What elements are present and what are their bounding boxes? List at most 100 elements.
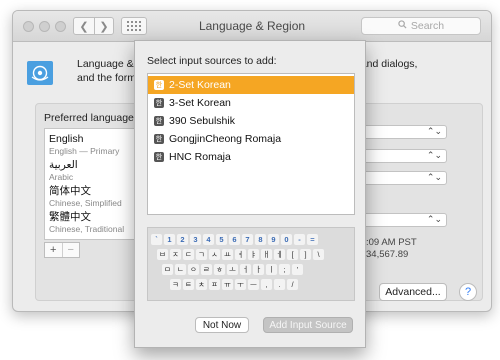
keyboard-key: ㅡ (248, 279, 259, 290)
calendar-popup[interactable]: ⌃⌄ (363, 171, 447, 185)
keyboard-key: ㄹ (201, 264, 212, 275)
search-placeholder: Search (410, 20, 445, 32)
keyboard-key: ㅈ (170, 249, 181, 260)
input-source-item[interactable]: 한 3-Set Korean (148, 94, 354, 112)
chevron-updown-icon: ⌃⌄ (426, 150, 442, 160)
keyboard-key: . (274, 279, 285, 290)
keyboard-key: ㅌ (183, 279, 194, 290)
keyboard-row-2: ㅂㅈㄷㄱㅅㅛㅕㅑㅐㅔ[] \ (157, 249, 324, 260)
keyboard-key: ㅗ (227, 264, 238, 275)
keyboard-key: ㅓ (240, 264, 251, 275)
title-bar: ❮ ❯ Language & Region Search (13, 11, 491, 42)
not-now-button[interactable]: Not Now (195, 317, 249, 333)
add-language-button[interactable]: + (45, 243, 62, 257)
language-item[interactable]: العربية Arabic (49, 159, 78, 183)
first-day-popup[interactable]: ⌃⌄ (363, 149, 447, 163)
language-sub: Arabic (49, 172, 74, 182)
keyboard-key: \ (313, 249, 324, 260)
sheet-title: Select input sources to add: (147, 55, 277, 67)
keyboard-key: ㅊ (196, 279, 207, 290)
korean-input-icon: 한 (154, 80, 164, 90)
keyboard-key: , (261, 279, 272, 290)
un-flag-icon (27, 61, 53, 85)
keyboard-key: 5 (216, 234, 227, 245)
keyboard-key: / (287, 279, 298, 290)
keyboard-key: [ (287, 249, 298, 260)
language-sub: Chinese, Simplified (49, 198, 122, 208)
keyboard-key: ㅛ (222, 249, 233, 260)
keyboard-key: 7 (242, 234, 253, 245)
language-item[interactable]: 繁體中文 Chinese, Traditional (49, 211, 124, 235)
keyboard-key: ㅇ (188, 264, 199, 275)
keyboard-key: ; (279, 264, 290, 275)
keyboard-key: 0 (281, 234, 292, 245)
keyboard-key: 1 (164, 234, 175, 245)
chevron-updown-icon: ⌃⌄ (426, 126, 442, 136)
chevron-updown-icon: ⌃⌄ (426, 172, 442, 182)
preferred-languages-list[interactable]: English English — Primary العربية Arabic… (44, 128, 136, 240)
keyboard-key: ㄴ (175, 264, 186, 275)
keyboard-key: ㅅ (209, 249, 220, 260)
keyboard-key: 8 (255, 234, 266, 245)
keyboard-key: 2 (177, 234, 188, 245)
advanced-button[interactable]: Advanced... (379, 283, 447, 301)
input-source-item[interactable]: 한 HNC Romaja (148, 148, 354, 166)
keyboard-key: ㅑ (248, 249, 259, 260)
keyboard-row-3: ㅁㄴㅇㄹㅎㅗㅓㅏㅣ; ' (162, 264, 303, 275)
keyboard-row-4: ㅋㅌㅊㅍㅠㅜㅡ,. / (170, 279, 298, 290)
keyboard-key: ㄷ (183, 249, 194, 260)
input-source-label: HNC Romaja (169, 151, 231, 163)
help-button[interactable]: ? (459, 283, 477, 301)
keyboard-key: ㅎ (214, 264, 225, 275)
number-format-example: 34,567.89 (366, 249, 409, 260)
remove-language-button[interactable]: − (61, 243, 80, 257)
add-input-source-button[interactable]: Add Input Source (263, 317, 353, 333)
language-sub: English — Primary (49, 146, 120, 156)
keyboard-key: ㅔ (274, 249, 285, 260)
language-item[interactable]: English English — Primary (49, 133, 119, 157)
language-name: 简体中文 (49, 185, 91, 197)
language-name: English (49, 133, 84, 145)
korean-input-icon: 한 (154, 98, 164, 108)
input-source-label: GongjinCheong Romaja (169, 133, 282, 145)
keyboard-key: ㅠ (222, 279, 233, 290)
language-name: العربية (49, 159, 78, 171)
input-source-label: 390 Sebulshik (169, 115, 235, 127)
input-source-label: 3-Set Korean (169, 97, 231, 109)
keyboard-key: - (294, 234, 305, 245)
add-remove-control: + − (44, 242, 80, 258)
keyboard-key: ` (151, 234, 162, 245)
preferred-languages-label: Preferred languages: (44, 112, 143, 124)
keyboard-key: ㄱ (196, 249, 207, 260)
input-source-list[interactable]: 한 2-Set Korean 한 3-Set Korean 한 390 Sebu… (147, 73, 355, 215)
input-source-item[interactable]: 한 390 Sebulshik (148, 112, 354, 130)
keyboard-key: ' (292, 264, 303, 275)
search-icon (398, 20, 407, 32)
korean-input-icon: 한 (154, 134, 164, 144)
korean-input-icon: 한 (154, 152, 164, 162)
keyboard-key: ㅍ (209, 279, 220, 290)
language-item[interactable]: 简体中文 Chinese, Simplified (49, 185, 122, 209)
input-source-sheet: Select input sources to add: 한 2-Set Kor… (134, 40, 366, 348)
temperature-popup[interactable]: ⌃⌄ (363, 213, 447, 227)
keyboard-key: ㅕ (235, 249, 246, 260)
keyboard-key: ] (300, 249, 311, 260)
input-source-item[interactable]: 한 GongjinCheong Romaja (148, 130, 354, 148)
keyboard-key: 9 (268, 234, 279, 245)
keyboard-key: ㅐ (261, 249, 272, 260)
language-sub: Chinese, Traditional (49, 224, 125, 234)
header-line2: and the forma (77, 72, 142, 84)
keyboard-key: ㅋ (170, 279, 181, 290)
keyboard-key: ㅁ (162, 264, 173, 275)
keyboard-key: = (307, 234, 318, 245)
keyboard-key: ㅜ (235, 279, 246, 290)
search-field[interactable]: Search (361, 17, 481, 35)
input-source-label: 2-Set Korean (169, 79, 231, 91)
language-name: 繁體中文 (49, 211, 91, 223)
keyboard-key: ㅣ (266, 264, 277, 275)
input-source-item[interactable]: 한 2-Set Korean (148, 76, 354, 94)
keyboard-layout-preview: ` 1 2 3 4 5 6 7 8 9 0- = ㅂㅈㄷㄱㅅㅛㅕㅑㅐㅔ[] \ ㅁㄴㅇㄹㅎㅗㅓㅏㅣ; ' … (147, 227, 355, 301)
keyboard-row-1: ` 1 2 3 4 5 6 7 8 9 0- = (151, 234, 318, 245)
keyboard-key: ㅂ (157, 249, 168, 260)
region-popup[interactable]: ⌃⌄ (363, 125, 447, 139)
